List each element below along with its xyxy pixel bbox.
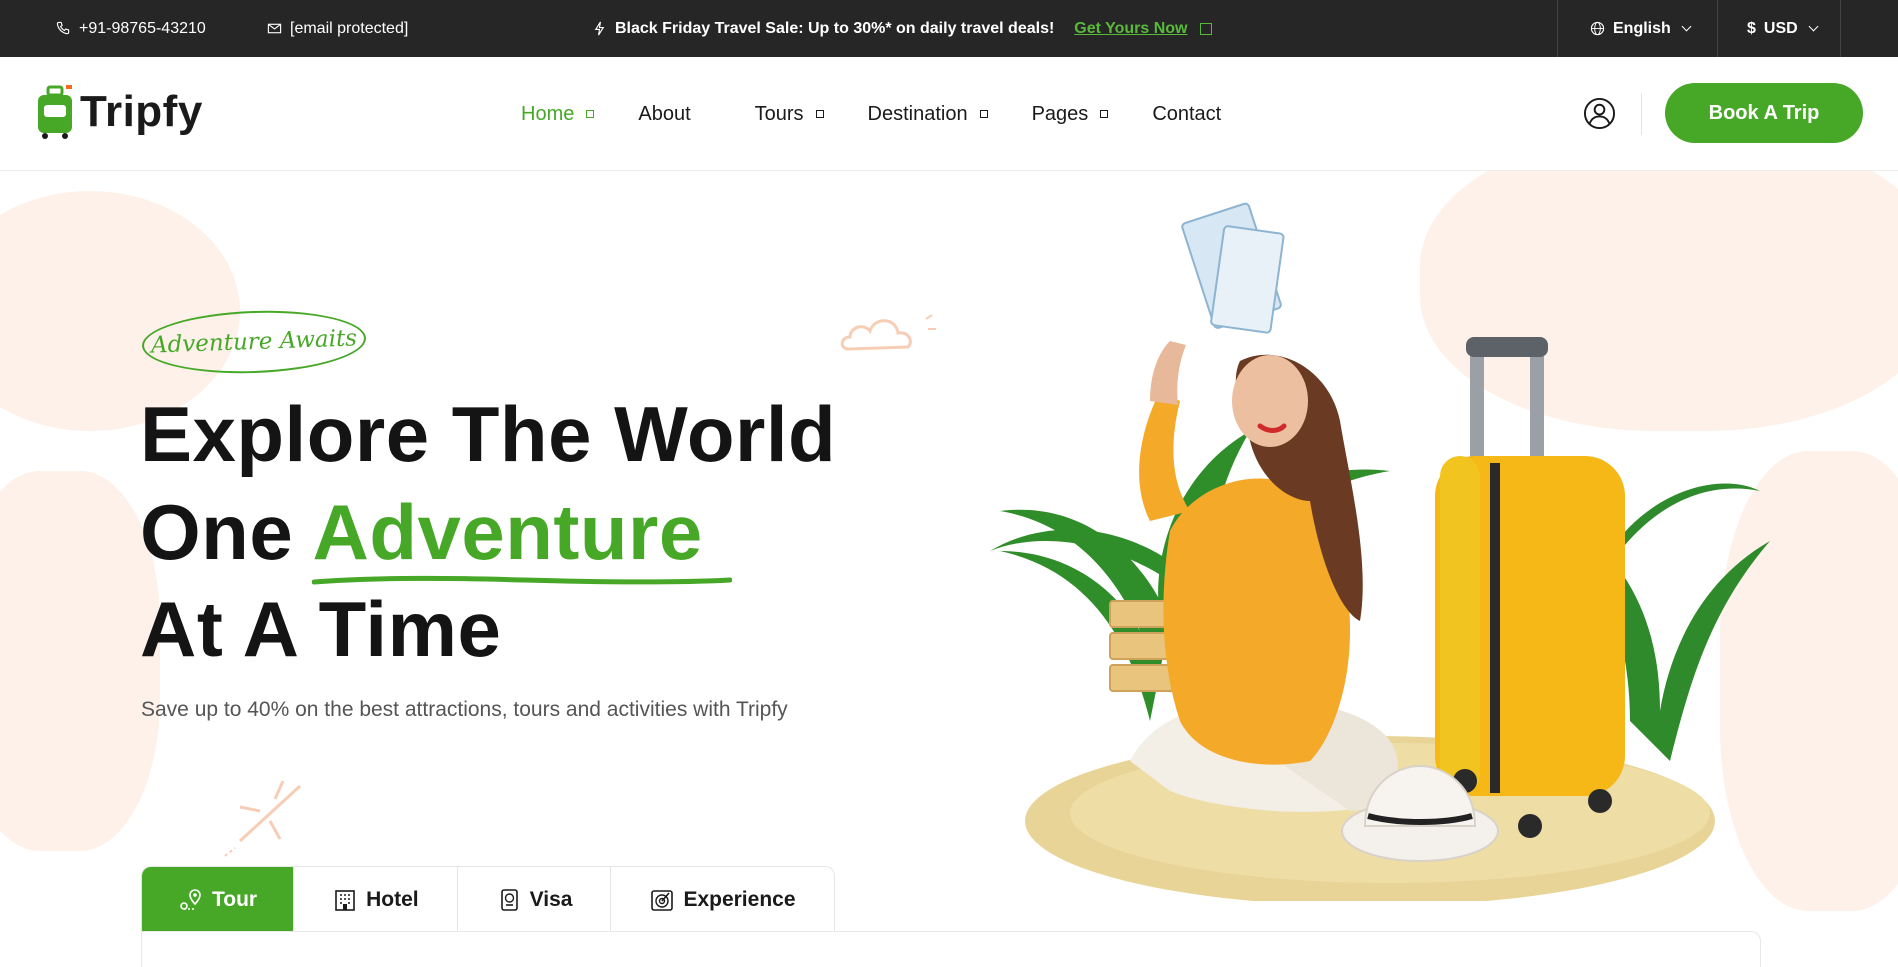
dropdown-icon	[815, 110, 824, 118]
nav-pages-label: Pages	[1031, 102, 1089, 125]
tab-visa[interactable]: Visa	[458, 867, 612, 932]
brand-name: Tripfy	[80, 87, 203, 136]
passport-icon	[500, 889, 518, 911]
nav-pages[interactable]: Pages	[1032, 103, 1109, 126]
book-a-trip-button[interactable]: Book A Trip	[1665, 83, 1863, 143]
promo-text: Black Friday Travel Sale: Up to 30%* on …	[615, 19, 1055, 37]
traveler-illustration	[990, 202, 1770, 901]
promo-banner: Black Friday Travel Sale: Up to 30%* on …	[592, 0, 1212, 57]
main-nav: Home About Tours Destination Pages Conta…	[521, 57, 1221, 171]
nav-about[interactable]: About	[638, 103, 690, 126]
currency-label: USD	[1763, 19, 1798, 37]
hero-title-line-3: At A Time	[140, 585, 502, 673]
tab-tour[interactable]: Tour	[142, 867, 295, 932]
mail-icon	[267, 23, 282, 34]
chevron-down-icon	[1681, 21, 1692, 32]
hero-title-line-2: One Adventure	[140, 493, 733, 585]
hero-subtext: Save up to 40% on the best attractions, …	[141, 698, 788, 721]
world-map-shape	[0, 471, 160, 851]
hotel-icon	[335, 890, 355, 911]
globe-icon	[1590, 21, 1605, 36]
target-icon	[651, 890, 674, 911]
email-address: [email protected]	[290, 19, 409, 37]
logo[interactable]: Tripfy	[36, 85, 203, 139]
map-pin-icon	[180, 889, 201, 910]
tab-hotel[interactable]: Hotel	[294, 867, 458, 932]
divider	[1717, 0, 1718, 57]
email-contact[interactable]: [email protected]	[267, 0, 408, 57]
nav-tours[interactable]: Tours	[755, 103, 824, 126]
tab-tour-label: Tour	[212, 888, 258, 911]
divider	[1840, 0, 1841, 57]
main-header: Tripfy Home About Tours Destination Page…	[0, 57, 1898, 171]
nav-destination-label: Destination	[867, 102, 968, 125]
tab-hotel-label: Hotel	[366, 888, 419, 911]
phone-contact[interactable]: +91-98765-43210	[56, 0, 206, 57]
tab-visa-label: Visa	[529, 888, 573, 911]
currency-selector[interactable]: $ USD	[1747, 0, 1819, 57]
dropdown-icon	[586, 110, 595, 118]
arrow-icon	[1199, 22, 1212, 35]
phone-number: +91-98765-43210	[79, 19, 206, 37]
nav-contact[interactable]: Contact	[1152, 103, 1221, 126]
nav-destination[interactable]: Destination	[868, 103, 988, 126]
lightning-icon	[594, 21, 605, 36]
search-panel	[141, 931, 1761, 967]
nav-about-label: About	[638, 102, 691, 125]
cloud-doodle-icon	[840, 314, 936, 351]
airplane-doodle-icon	[224, 780, 302, 857]
language-label: English	[1613, 19, 1671, 37]
promo-link[interactable]: Get Yours Now	[1074, 20, 1187, 38]
language-selector[interactable]: English	[1590, 0, 1692, 57]
search-tabs: Tour Hotel Visa Experience	[141, 866, 835, 932]
top-bar: +91-98765-43210 [email protected] Black …	[0, 0, 1898, 57]
header-divider	[1641, 93, 1642, 135]
tab-experience-label: Experience	[683, 888, 796, 911]
dollar-icon: $	[1747, 19, 1756, 37]
nav-home-label: Home	[521, 102, 575, 125]
highlight-word: Adventure	[312, 488, 703, 576]
divider	[1557, 0, 1558, 57]
hero-title-highlight: Adventure	[312, 488, 733, 585]
phone-icon	[56, 21, 70, 35]
tab-experience[interactable]: Experience	[611, 867, 833, 932]
nav-tours-label: Tours	[754, 102, 804, 125]
hero-title-prefix: One	[140, 488, 294, 576]
hero-title-line-1: Explore The World	[140, 390, 837, 478]
dropdown-icon	[1100, 110, 1109, 118]
dropdown-icon	[979, 110, 988, 118]
nav-contact-label: Contact	[1152, 102, 1222, 125]
chevron-down-icon	[1808, 21, 1819, 32]
hero-section: Adventure Awaits Explore The World One A…	[0, 171, 1898, 967]
user-account-icon[interactable]	[1583, 97, 1616, 130]
suitcase-logo-icon	[38, 85, 72, 139]
nav-home[interactable]: Home	[521, 102, 595, 126]
